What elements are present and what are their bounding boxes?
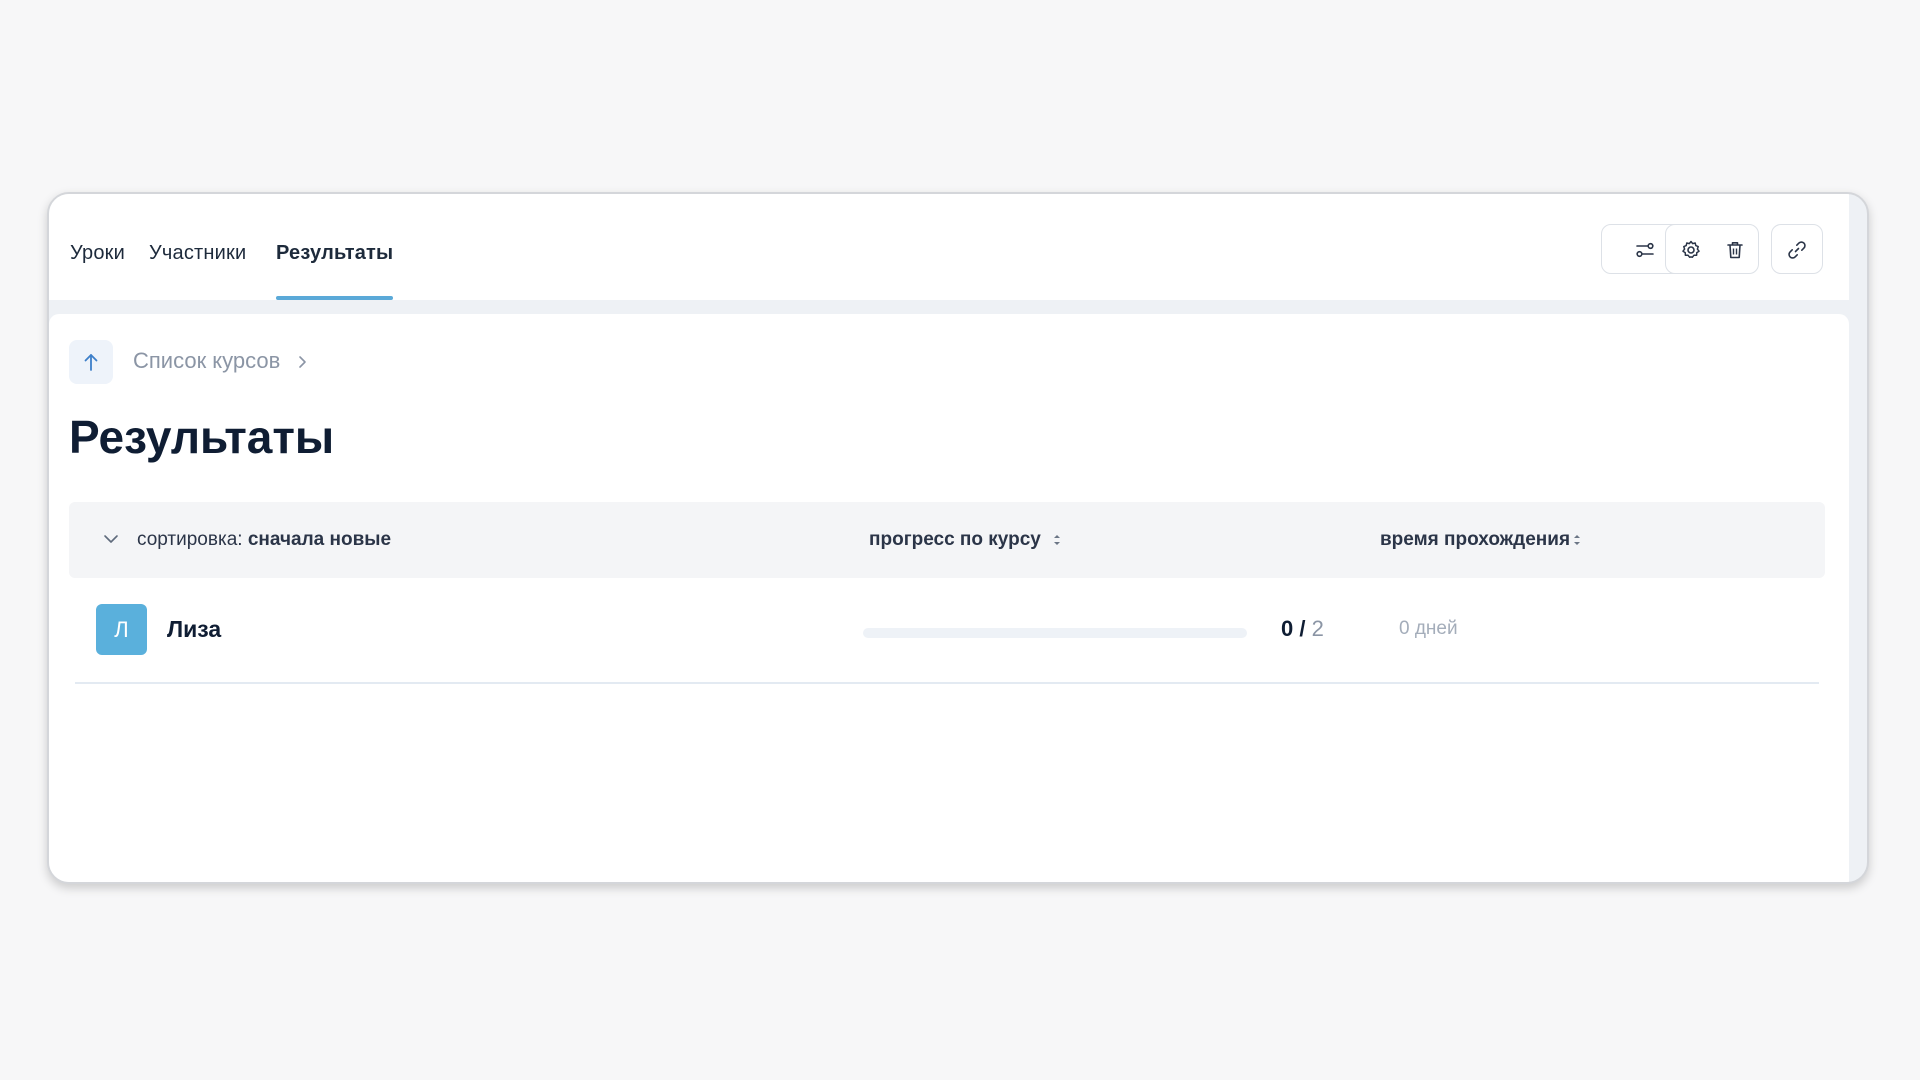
filter-settings-icon [1636,242,1654,258]
participant-name[interactable]: Лиза [167,616,221,643]
progress-total: 2 [1311,616,1324,641]
column-progress-header[interactable]: прогресс по курсу [869,529,1041,551]
sort-dropdown[interactable]: сортировка: сначала новые [137,529,391,551]
trash-icon[interactable] [1724,239,1746,261]
back-button[interactable] [69,340,113,384]
page-title: Результаты [69,411,335,463]
main-content: Список курсов Результаты сортировка: сна… [49,314,1849,882]
sort-value: сначала новые [247,529,392,550]
avatar: Л [96,604,147,655]
progress-done: 0 [1281,616,1294,641]
arrow-up-icon [84,354,98,371]
sort-prefix: сортировка: [137,529,243,550]
top-navigation-bar: Уроки Участники Результаты [49,194,1849,300]
app-window: Уроки Участники Результаты Список курсов… [47,192,1869,884]
progress-bar [863,628,1247,638]
copy-link-button[interactable] [1771,224,1823,274]
settings-delete-group [1665,224,1759,274]
gear-icon[interactable] [1680,239,1702,261]
chevron-down-icon[interactable] [103,532,119,546]
active-tab-indicator [276,296,393,300]
chevron-right-icon [299,356,306,368]
progress-count: 0 / 2 [1281,616,1324,642]
link-icon [1788,241,1806,259]
sort-toggle-icon[interactable] [1572,532,1582,548]
progress-separator: / [1293,616,1312,641]
table-header: сортировка: сначала новые прогресс по ку… [69,502,1825,578]
completion-time: 0 дней [1399,618,1458,639]
sort-toggle-icon[interactable] [1052,532,1062,548]
tab-lessons[interactable]: Уроки [70,238,125,268]
tab-participants[interactable]: Участники [149,238,246,268]
table-row[interactable]: Л Лиза 0 / 2 0 дней [75,578,1819,684]
column-time-header[interactable]: время прохождения [1380,529,1570,551]
breadcrumb-course-list[interactable]: Список курсов [133,348,280,374]
tab-results[interactable]: Результаты [276,238,393,268]
